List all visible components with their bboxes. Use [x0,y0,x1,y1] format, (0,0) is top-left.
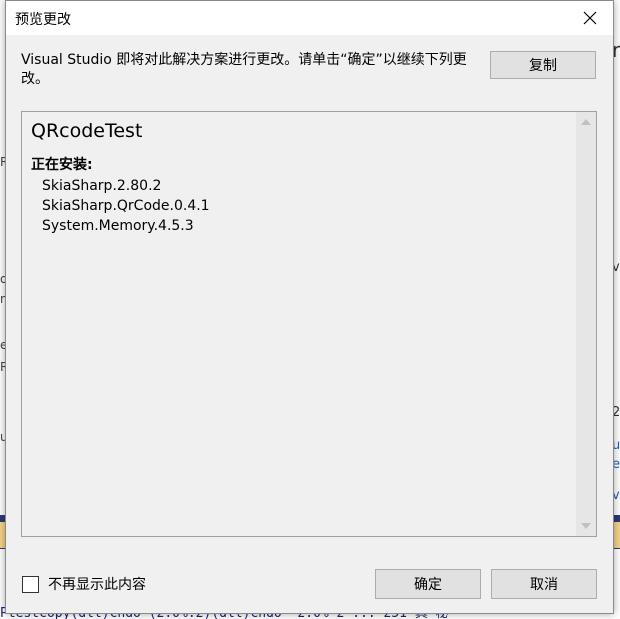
cancel-button[interactable]: 取消 [491,569,597,599]
package-item: System.Memory.4.5.3 [42,218,194,234]
dialog-title: 预览更改 [15,12,71,28]
dont-show-again-checkbox[interactable] [22,575,39,593]
dont-show-again-label[interactable]: 不再显示此内容 [48,574,146,594]
close-icon [583,11,597,25]
changes-content: QRcodeTest 正在安装: SkiaSharp.2.80.2 SkiaSh… [31,120,570,236]
changes-panel[interactable]: QRcodeTest 正在安装: SkiaSharp.2.80.2 SkiaSh… [21,111,597,537]
copy-button[interactable]: 复制 [490,51,596,79]
package-item: SkiaSharp.2.80.2 [42,178,162,194]
title-bar[interactable]: 预览更改 [6,1,613,35]
scroll-down-button[interactable] [576,516,596,536]
vertical-scrollbar[interactable] [576,112,596,536]
dont-show-again-option[interactable]: 不再显示此内容 [22,574,146,594]
triangle-down-icon [581,523,591,529]
close-button[interactable] [571,3,609,33]
scroll-up-button[interactable] [576,112,596,132]
triangle-up-icon [581,119,591,125]
project-name: QRcodeTest [31,120,143,142]
dialog-description: Visual Studio 即将对此解决方案进行更改。请单击“确定”以继续下列更… [21,52,467,87]
preview-changes-dialog: 预览更改 Visual Studio 即将对此解决方案进行更改。请单击“确定”以… [5,0,614,614]
package-item: SkiaSharp.QrCode.0.4.1 [42,198,210,214]
ok-button[interactable]: 确定 [375,569,481,599]
installing-heading: 正在安装: [31,157,93,173]
